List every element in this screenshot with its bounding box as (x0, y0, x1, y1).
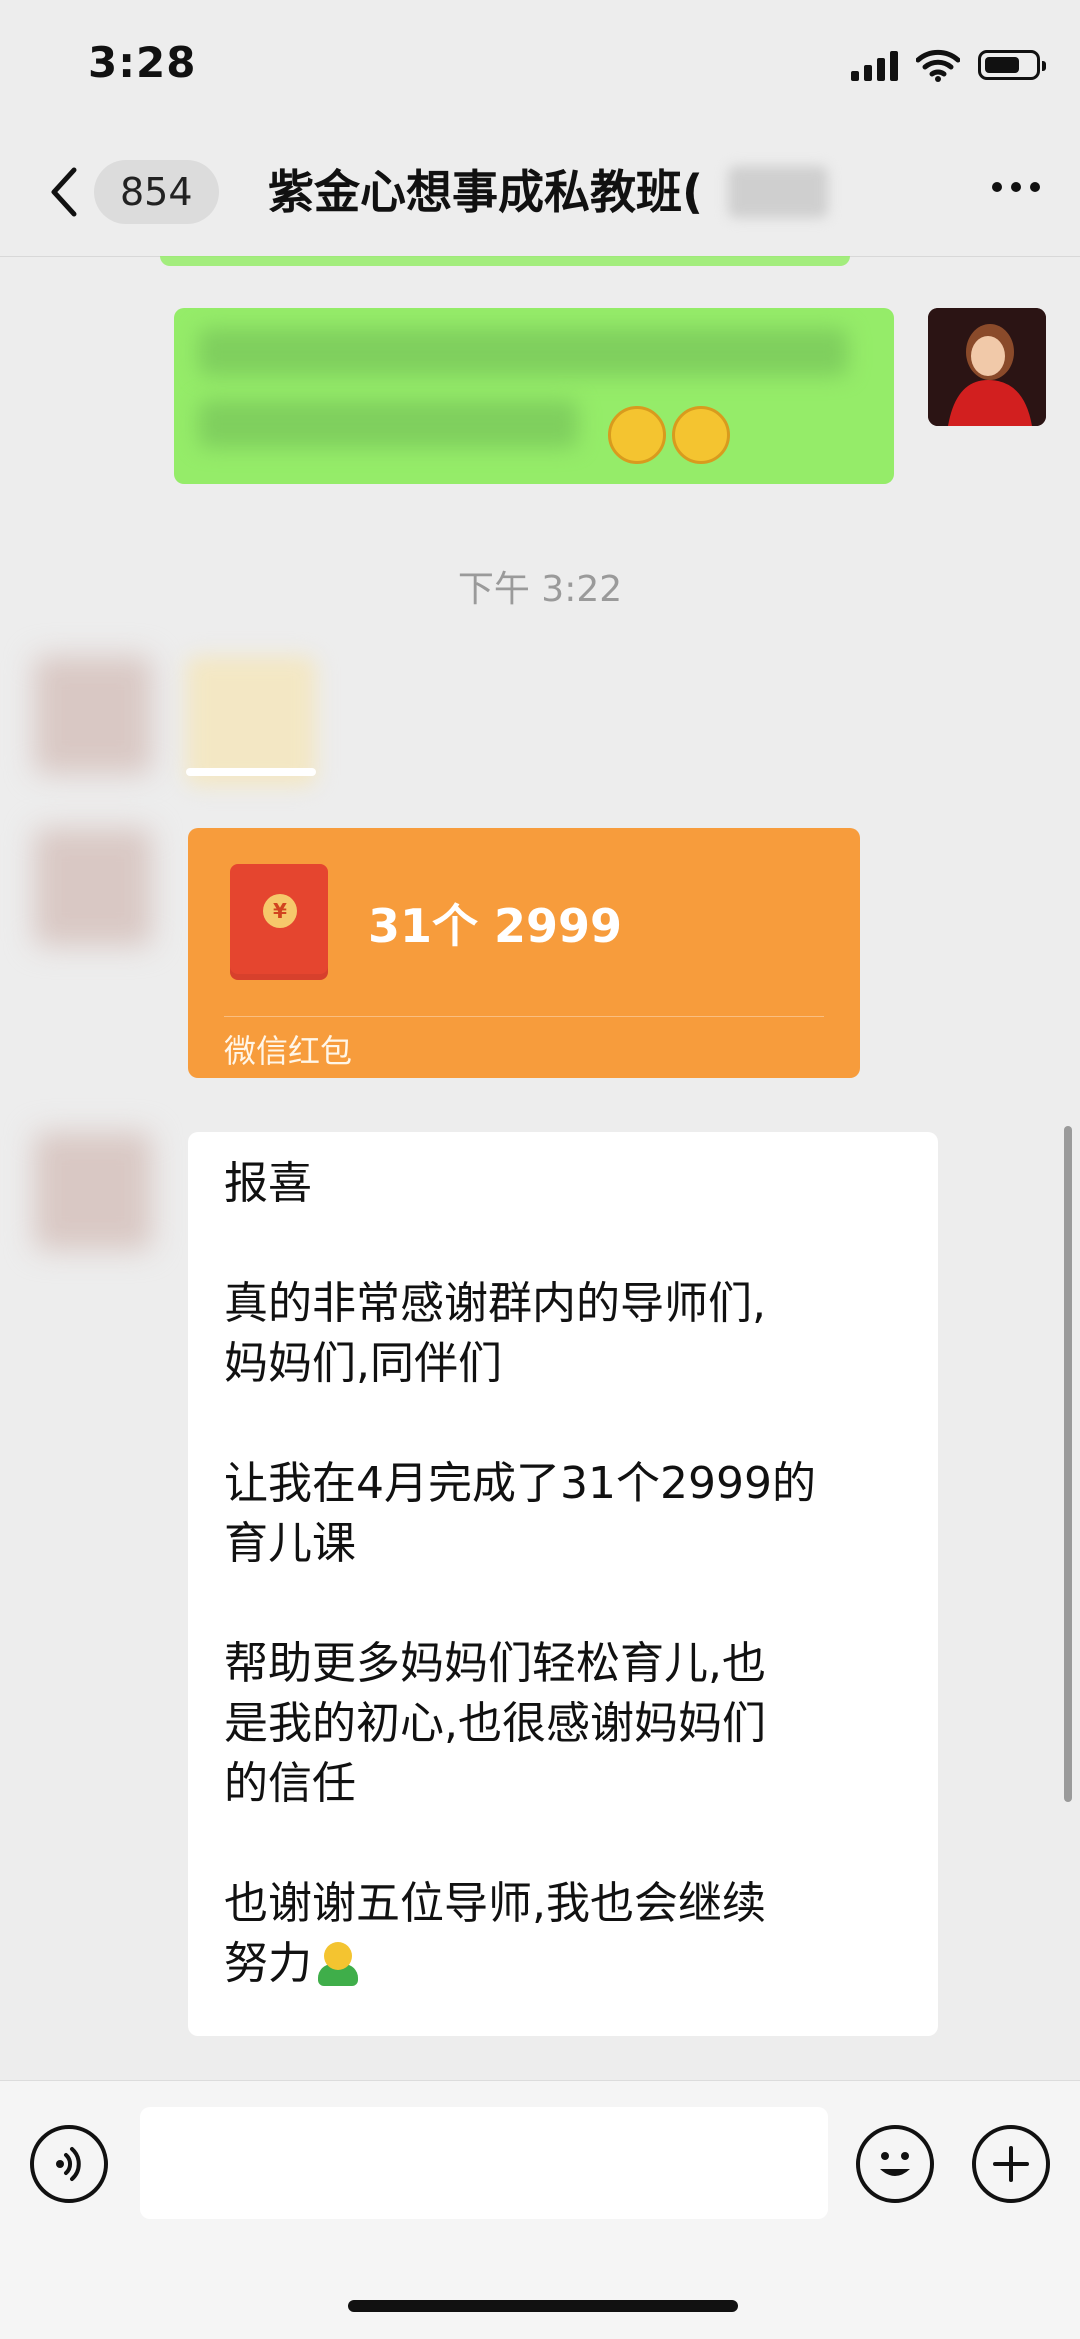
plus-button[interactable] (972, 2125, 1050, 2203)
chevron-left-icon (51, 167, 77, 217)
message-line: 真的非常感谢群内的导师们, (224, 1278, 766, 1329)
sender-avatar[interactable] (34, 828, 152, 946)
message-line: 让我在4月完成了31个2999的 (224, 1458, 816, 1509)
message-text: 报喜 真的非常感谢群内的导师们, 妈妈们,同伴们 让我在4月完成了31个2999… (224, 1154, 914, 1994)
text-message-bubble[interactable]: 报喜 真的非常感谢群内的导师们, 妈妈们,同伴们 让我在4月完成了31个2999… (188, 1132, 938, 2036)
sticker-underline (186, 768, 316, 776)
plus-icon (993, 2146, 1029, 2182)
chat-screen: 3:28 854 紫金心想事成私教班(下午 3:22 ¥ 31个 2999 微… (0, 0, 1080, 2339)
redacted-text (198, 328, 848, 376)
voice-icon (56, 2147, 81, 2181)
emoji-icon (880, 2152, 910, 2176)
yuan-coin-icon: ¥ (263, 894, 297, 928)
scrollbar[interactable] (1064, 1126, 1072, 1802)
emoji-button[interactable] (856, 2125, 934, 2203)
redacted-text (198, 400, 578, 448)
timestamp-divider: 下午 3:22 (457, 569, 623, 610)
thinking-emoji-icon (608, 406, 666, 464)
sender-avatar[interactable] (34, 1132, 152, 1250)
back-button[interactable] (40, 162, 90, 222)
voice-button[interactable] (30, 2125, 108, 2203)
message-line: 报喜 (224, 1158, 312, 1209)
home-indicator (348, 2300, 738, 2312)
message-line: 育儿课 (224, 1518, 356, 1569)
sender-avatar[interactable] (34, 656, 152, 774)
red-packet-title: 31个 2999 (368, 899, 623, 953)
status-bar: 3:28 (0, 0, 1080, 130)
more-button[interactable] (992, 182, 1040, 192)
thinking-emoji-icon (672, 406, 730, 464)
title-redaction (728, 166, 828, 218)
self-avatar[interactable] (928, 308, 1046, 426)
message-line: 的信任 (224, 1758, 356, 1809)
wifi-icon (916, 49, 960, 82)
message-line-with-emoji: 努力 (224, 1934, 914, 1994)
status-icons (851, 48, 1046, 82)
message-input[interactable] (140, 2107, 828, 2219)
status-time: 3:28 (88, 38, 197, 87)
message-line: 帮助更多妈妈们轻松育儿,也 (224, 1638, 766, 1689)
message-line: 也谢谢五位导师,我也会继续 (224, 1878, 766, 1929)
red-packet-divider (224, 1016, 824, 1017)
hugging-emoji-icon (312, 1938, 362, 1988)
message-line: 努力 (224, 1938, 312, 1989)
self-message-bubble[interactable] (174, 308, 894, 484)
red-packet-icon: ¥ (230, 864, 328, 980)
chat-title[interactable]: 紫金心想事成私教班( (268, 160, 703, 224)
battery-icon (978, 50, 1046, 80)
chat-nav-bar: 854 紫金心想事成私教班( (0, 130, 1080, 257)
red-packet-message[interactable]: ¥ 31个 2999 微信红包 (188, 828, 860, 1078)
red-packet-label: 微信红包 (224, 1032, 353, 1070)
message-list[interactable]: 下午 3:22 ¥ 31个 2999 微信红包 报喜 真的非常感谢群内的导师们,… (0, 256, 1080, 2080)
redacted-sticker[interactable] (186, 656, 316, 786)
cellular-signal-icon (851, 49, 898, 81)
more-icon (992, 182, 1002, 192)
message-line: 是我的初心,也很感谢妈妈们 (224, 1698, 766, 1749)
unread-count-badge[interactable]: 854 (94, 160, 219, 224)
previous-message-edge (160, 256, 850, 266)
message-line: 妈妈们,同伴们 (224, 1338, 502, 1389)
